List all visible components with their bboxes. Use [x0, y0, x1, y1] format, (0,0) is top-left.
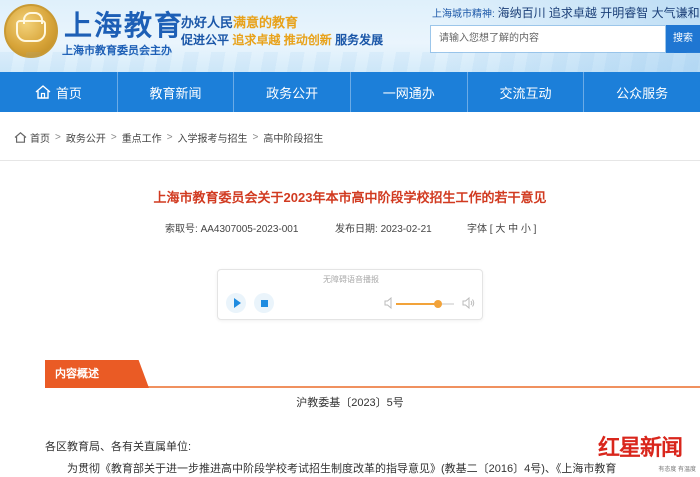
emblem-logo-icon[interactable] — [4, 4, 58, 58]
breadcrumb-link[interactable]: 高中阶段招生 — [263, 130, 323, 145]
search-button[interactable]: 搜索 — [666, 25, 700, 53]
volume-fill — [396, 303, 438, 305]
stop-icon — [260, 299, 268, 307]
slogan-part: 办好人民 — [181, 15, 234, 30]
article-date: 发布日期: 2023-02-21 — [335, 220, 432, 235]
watermark-sub: 有态度 有温度 — [658, 467, 696, 473]
site-header: 上海教育 上海市教育委员会主办 办好人民满意的教育 促进公平 追求卓越 推动创新… — [0, 0, 700, 72]
article-index: 索取号: AA4307005-2023-001 — [165, 220, 298, 235]
font-size-switcher: 字体 [ 大 中 小 ] — [467, 220, 536, 235]
home-icon — [14, 132, 27, 143]
date-label: 发布日期: — [335, 224, 378, 235]
slogan-part: 促进公平 — [181, 33, 230, 47]
breadcrumb-separator: > — [166, 132, 173, 143]
breadcrumb-link[interactable]: 首页 — [30, 130, 50, 145]
play-icon — [233, 298, 241, 308]
slogan-highlight: 推动创新 — [283, 33, 332, 47]
slogan-part: 服务发展 — [335, 33, 384, 47]
watermark-brand: 红星新闻 — [598, 435, 683, 461]
volume-knob[interactable] — [433, 300, 442, 308]
nav-label: 首页 — [55, 85, 82, 101]
breadcrumb-separator: > — [252, 132, 259, 143]
nav-item-government-affairs[interactable]: 政务公开 — [233, 72, 350, 112]
index-value: AA4307005-2023-001 — [200, 224, 299, 235]
slogan-line-1: 办好人民满意的教育 — [181, 12, 298, 31]
breadcrumb-separator: > — [55, 132, 61, 143]
article-title: 上海市教育委员会关于2023年本市高中阶段学校招生工作的若干意见 — [153, 190, 547, 205]
font-size-options[interactable]: [ 大 中 小 ] — [490, 224, 537, 235]
nav-item-public-service[interactable]: 公众服务 — [583, 72, 700, 112]
volume-slider[interactable] — [396, 300, 454, 308]
slogan-line-2: 促进公平 追求卓越 推动创新 服务发展 — [181, 31, 383, 48]
play-button[interactable] — [226, 293, 246, 313]
date-value: 2023-02-21 — [380, 224, 432, 235]
city-spirit: 上海城市精神: 海纳百川 追求卓越 开明睿智 大气谦和 — [432, 4, 700, 21]
city-spirit-label: 上海城市精神: — [432, 9, 495, 20]
nav-item-one-stop-service[interactable]: 一网通办 — [349, 72, 467, 112]
search-input[interactable]: 请输入您想了解的内容 — [430, 25, 666, 53]
breadcrumb-link[interactable]: 入学报考与招生 — [178, 130, 248, 145]
site-logo-title[interactable]: 上海教育 — [64, 4, 184, 44]
watermark-logo: 红星新闻 有态度 有温度 — [598, 430, 700, 477]
index-label: 索取号: — [165, 224, 198, 235]
nav-item-home[interactable]: 首页 — [0, 72, 117, 112]
player-caption: 无障碍语音播报 — [323, 275, 379, 284]
breadcrumb: 首页 > 政务公开 > 重点工作 > 入学报考与招生 > 高中阶段招生 — [14, 130, 323, 145]
slogan-highlight: 满意的教育 — [233, 15, 299, 30]
summary-tag: 内容概述 — [45, 360, 149, 388]
volume-low-icon[interactable] — [384, 297, 394, 309]
document-number: 沪教委基〔2023〕5号 — [296, 397, 404, 409]
breadcrumb-link[interactable]: 政务公开 — [66, 130, 106, 145]
breadcrumb-separator: > — [110, 132, 117, 143]
nav-item-education-news[interactable]: 教育新闻 — [116, 72, 234, 112]
divider — [0, 160, 700, 161]
stop-button[interactable] — [254, 293, 274, 313]
addressee: 各区教育局、各有关直属单位: — [45, 441, 192, 453]
audio-player: 无障碍语音播报 — [217, 269, 483, 320]
site-logo-subtitle: 上海市教育委员会主办 — [62, 45, 172, 57]
main-nav: 首页 教育新闻 政务公开 一网通办 交流互动 公众服务 — [0, 72, 700, 112]
font-label: 字体 — [467, 224, 487, 235]
slogan-highlight: 追求卓越 — [232, 33, 281, 47]
breadcrumb-link[interactable]: 重点工作 — [122, 130, 162, 145]
city-spirit-value: 海纳百川 追求卓越 开明睿智 大气谦和 — [497, 6, 700, 20]
home-icon — [35, 85, 51, 99]
volume-high-icon[interactable] — [462, 297, 475, 309]
nav-item-interaction[interactable]: 交流互动 — [466, 72, 584, 112]
